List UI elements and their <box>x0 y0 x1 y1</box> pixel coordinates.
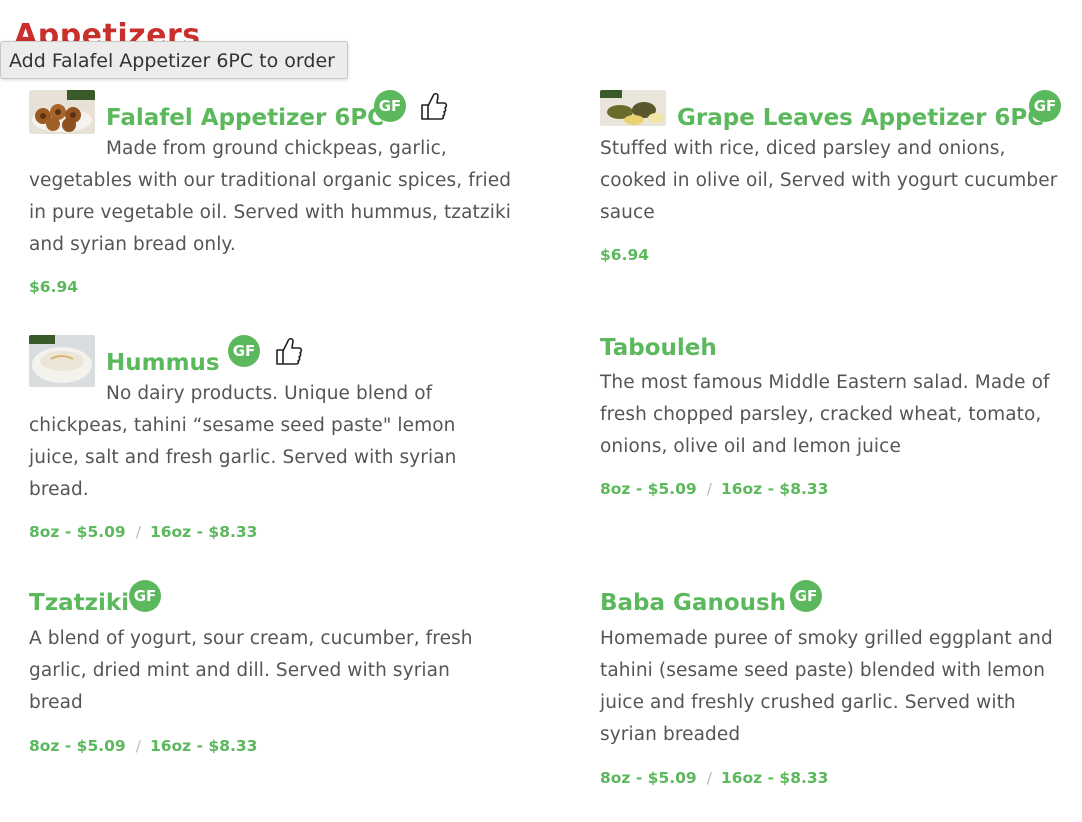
price-separator: / <box>135 737 141 755</box>
item-description: No dairy products. Unique blend of chick… <box>29 383 457 500</box>
price-list: 8oz - $5.09 / 16oz - $8.33 <box>29 735 257 757</box>
thumbs-up-icon <box>418 90 448 122</box>
grape-leaves-thumbnail[interactable] <box>600 90 666 126</box>
price-large[interactable]: 16oz - $8.33 <box>721 769 829 787</box>
item-name[interactable]: Baba Ganoush <box>600 587 786 619</box>
gluten-free-badge: GF <box>790 580 822 612</box>
item-description: A blend of yogurt, sour cream, cucumber,… <box>29 628 473 713</box>
price[interactable]: $6.94 <box>600 246 649 264</box>
price-list: 8oz - $5.09 / 16oz - $8.33 <box>600 767 828 789</box>
item-description: The most famous Middle Eastern salad. Ma… <box>600 372 1050 457</box>
price-list: $6.94 <box>29 276 78 298</box>
gluten-free-badge: GF <box>374 90 406 122</box>
price[interactable]: $6.94 <box>29 278 78 296</box>
falafel-thumbnail[interactable] <box>29 90 95 134</box>
item-name[interactable]: Tzatziki <box>29 587 129 619</box>
price-list: 8oz - $5.09 / 16oz - $8.33 <box>600 478 828 500</box>
price-separator: / <box>706 480 712 498</box>
price-large[interactable]: 16oz - $8.33 <box>150 523 258 541</box>
gluten-free-badge: GF <box>1029 90 1061 122</box>
price-separator: / <box>706 769 712 787</box>
price-list: $6.94 <box>600 244 649 266</box>
thumbs-up-icon <box>273 335 303 367</box>
add-to-order-tooltip: Add Falafel Appetizer 6PC to order <box>0 41 348 79</box>
price-large[interactable]: 16oz - $8.33 <box>721 480 829 498</box>
item-description: Stuffed with rice, diced parsley and oni… <box>600 138 1058 223</box>
gluten-free-badge: GF <box>228 335 260 367</box>
price-small[interactable]: 8oz - $5.09 <box>600 769 697 787</box>
item-description: Made from ground chickpeas, garlic, vege… <box>29 138 512 255</box>
price-list: 8oz - $5.09 / 16oz - $8.33 <box>29 521 257 543</box>
item-name[interactable]: Tabouleh <box>600 332 717 364</box>
price-small[interactable]: 8oz - $5.09 <box>29 737 126 755</box>
item-description: Homemade puree of smoky grilled eggplant… <box>600 628 1053 745</box>
item-name[interactable]: Hummus <box>106 347 220 379</box>
item-name[interactable]: Falafel Appetizer 6PC <box>106 102 384 134</box>
price-small[interactable]: 8oz - $5.09 <box>600 480 697 498</box>
item-name[interactable]: Grape Leaves Appetizer 6PC <box>677 102 1044 134</box>
price-separator: / <box>135 523 141 541</box>
gluten-free-badge: GF <box>129 580 161 612</box>
price-small[interactable]: 8oz - $5.09 <box>29 523 126 541</box>
price-large[interactable]: 16oz - $8.33 <box>150 737 258 755</box>
